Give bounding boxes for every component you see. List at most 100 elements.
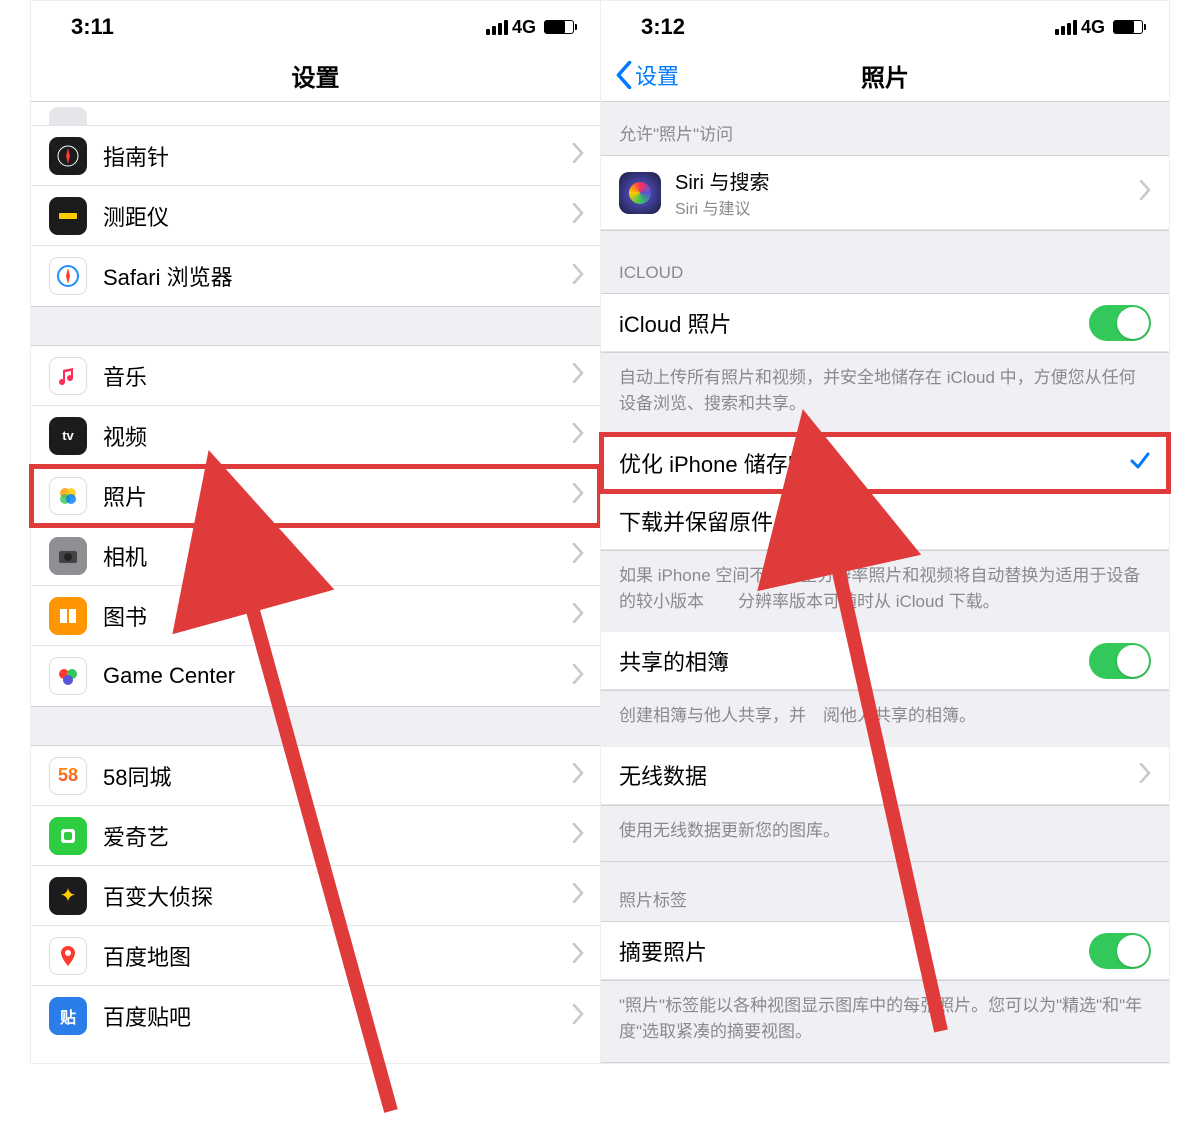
network-label: 4G — [512, 17, 536, 38]
chevron-right-icon — [572, 1004, 584, 1029]
settings-row-tv[interactable]: tv 视频 — [31, 406, 600, 466]
chevron-right-icon — [572, 363, 584, 388]
row-label: Game Center — [103, 663, 572, 689]
row-label: 相机 — [103, 540, 572, 572]
photos-icon — [49, 477, 87, 515]
tieba-icon: 贴 — [49, 997, 87, 1035]
music-icon — [49, 357, 87, 395]
shared-footer: 创建相簿与他人共享，并订阅他人共享的相簿。 — [601, 690, 1169, 747]
row-label: 爱奇艺 — [103, 820, 572, 852]
settings-row-gamecenter[interactable]: Game Center — [31, 646, 600, 706]
cellular-data-label: 无线数据 — [619, 759, 1139, 791]
shared-albums-toggle[interactable] — [1089, 643, 1151, 679]
icloud-photos-toggle[interactable] — [1089, 305, 1151, 341]
chevron-right-icon — [572, 143, 584, 168]
section-header-tags: 照片标签 — [601, 861, 1169, 922]
row-label: 指南针 — [103, 140, 572, 172]
siri-subtitle: Siri 与建议 — [675, 195, 1139, 219]
settings-row-camera[interactable]: 相机 — [31, 526, 600, 586]
settings-row-photos[interactable]: 照片 — [31, 466, 600, 526]
row-label: 音乐 — [103, 360, 572, 392]
chevron-right-icon — [572, 664, 584, 689]
settings-row-detective[interactable]: ✦ 百变大侦探 — [31, 866, 600, 926]
settings-row-tieba[interactable]: 贴百度贴吧 — [31, 986, 600, 1046]
measure-icon — [49, 197, 87, 235]
siri-icon — [619, 172, 661, 214]
group-separator — [31, 706, 600, 746]
photos-settings-screen: 3:12 4G 设置 照片 允许"照片"访问 Siri 与搜索 Siri 与建议… — [600, 1, 1169, 1063]
settings-row-58[interactable]: 58 58同城 — [31, 746, 600, 806]
summary-footer: "照片"标签能以各种视图显示图库中的每张照片。您可以为"精选"和"年度"选取紧凑… — [601, 980, 1169, 1063]
settings-row-safari[interactable]: Safari 浏览器 — [31, 246, 600, 306]
tv-icon: tv — [49, 417, 87, 455]
compass-icon — [49, 137, 87, 175]
row-label: 百度贴吧 — [103, 1000, 572, 1032]
row-label: 58同城 — [103, 760, 572, 792]
row-label: 视频 — [103, 420, 572, 452]
list-item-partial[interactable] — [31, 102, 600, 126]
section-header-allow: 允许"照片"访问 — [601, 101, 1169, 156]
gamecenter-icon — [49, 657, 87, 695]
row-label: 照片 — [103, 480, 572, 512]
nav-bar: 设置 照片 — [601, 49, 1169, 101]
books-icon — [49, 597, 87, 635]
chevron-right-icon — [572, 763, 584, 788]
cellular-footer: 使用无线数据更新您的图库。 — [601, 805, 1169, 862]
network-label: 4G — [1081, 17, 1105, 38]
download-originals-row[interactable]: 下载并保留原件 — [601, 492, 1169, 550]
detective-icon: ✦ — [49, 877, 87, 915]
battery-icon — [1113, 20, 1143, 34]
row-label: Safari 浏览器 — [103, 260, 572, 292]
icloud-photos-label: iCloud 照片 — [619, 307, 1089, 339]
chevron-right-icon — [572, 883, 584, 908]
group-separator — [31, 306, 600, 346]
shared-albums-row[interactable]: 共享的相簿 — [601, 632, 1169, 690]
status-bar: 3:11 4G — [31, 1, 600, 49]
chevron-right-icon — [572, 264, 584, 289]
summarize-photos-toggle[interactable] — [1089, 933, 1151, 969]
bmap-icon — [49, 937, 87, 975]
safari-icon — [49, 257, 87, 295]
download-originals-label: 下载并保留原件 — [619, 505, 1151, 537]
chevron-right-icon — [572, 823, 584, 848]
icloud-footer: 自动上传所有照片和视频，并安全地储存在 iCloud 中，方便您从任何设备浏览、… — [601, 352, 1169, 434]
settings-row-iqiyi[interactable]: 爱奇艺 — [31, 806, 600, 866]
row-label: 百变大侦探 — [103, 880, 572, 912]
signal-icon — [486, 20, 508, 35]
row-label: 百度地图 — [103, 940, 572, 972]
siri-title: Siri 与搜索 — [675, 166, 1139, 195]
settings-row-music[interactable]: 音乐 — [31, 346, 600, 406]
signal-icon — [1055, 20, 1077, 35]
shared-albums-label: 共享的相簿 — [619, 645, 1089, 677]
optimize-footer: 如果 iPhone 空间不足，全分辨率照片和视频将自动替换为适用于设备的较小版本… — [601, 550, 1169, 632]
optimize-storage-label: 优化 iPhone 储存空间 — [619, 447, 1129, 479]
row-label: 测距仪 — [103, 200, 572, 232]
checkmark-icon — [1129, 449, 1151, 476]
summarize-photos-row[interactable]: 摘要照片 — [601, 922, 1169, 980]
optimize-storage-row[interactable]: 优化 iPhone 储存空间 — [601, 434, 1169, 492]
settings-row-measure[interactable]: 测距仪 — [31, 186, 600, 246]
chevron-right-icon — [572, 603, 584, 628]
iqiyi-icon — [49, 817, 87, 855]
chevron-right-icon — [1139, 763, 1151, 788]
status-time: 3:12 — [641, 14, 685, 40]
chevron-right-icon — [572, 483, 584, 508]
siri-search-row[interactable]: Siri 与搜索 Siri 与建议 — [601, 156, 1169, 230]
cellular-data-row[interactable]: 无线数据 — [601, 747, 1169, 805]
summarize-photos-label: 摘要照片 — [619, 935, 1089, 967]
settings-row-bmap[interactable]: 百度地图 — [31, 926, 600, 986]
58-icon: 58 — [49, 757, 87, 795]
back-label: 设置 — [635, 59, 679, 91]
settings-screen: 3:11 4G 设置 指南针测距仪Safari 浏览器 音乐tv视频照片相机图书… — [31, 1, 600, 1063]
back-button[interactable]: 设置 — [615, 59, 679, 91]
chevron-right-icon — [572, 203, 584, 228]
camera-icon — [49, 537, 87, 575]
section-header-icloud: ICLOUD — [601, 230, 1169, 294]
row-label: 图书 — [103, 600, 572, 632]
icloud-photos-row[interactable]: iCloud 照片 — [601, 294, 1169, 352]
battery-icon — [544, 20, 574, 34]
chevron-right-icon — [572, 943, 584, 968]
chevron-right-icon — [572, 423, 584, 448]
settings-row-compass[interactable]: 指南针 — [31, 126, 600, 186]
settings-row-books[interactable]: 图书 — [31, 586, 600, 646]
